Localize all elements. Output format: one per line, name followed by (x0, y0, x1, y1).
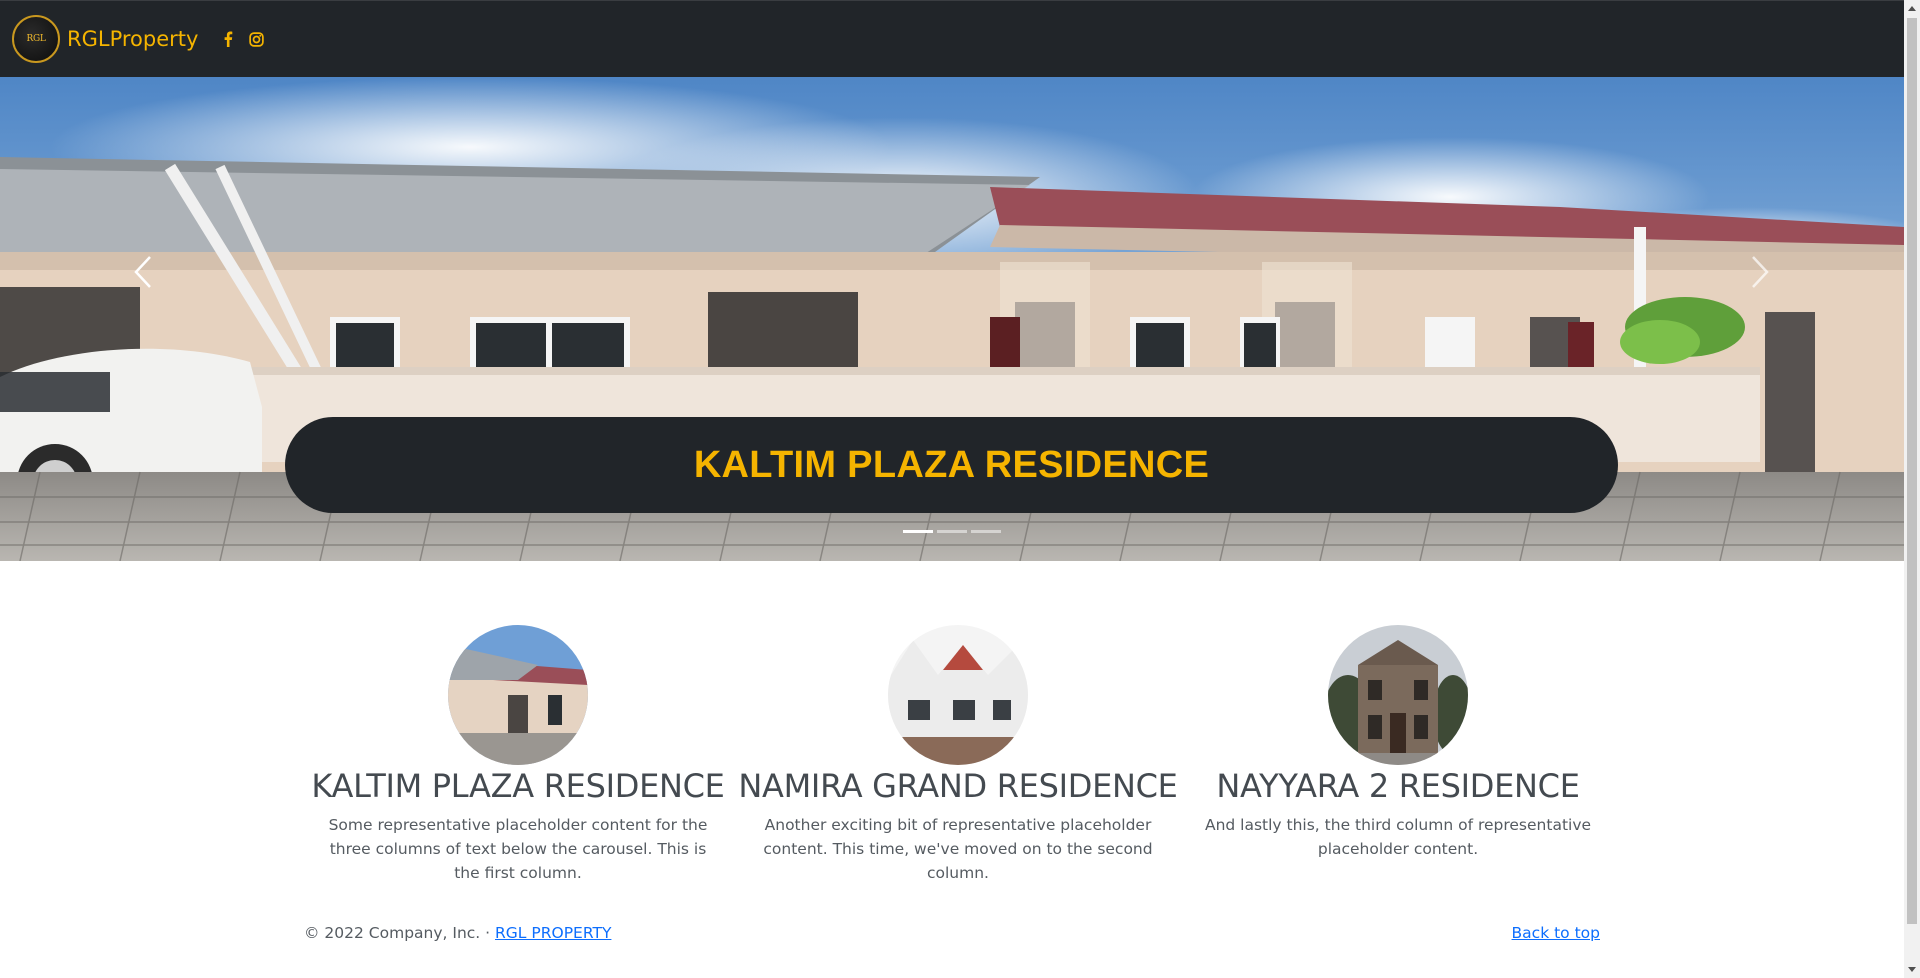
scroll-down-icon[interactable] (1908, 967, 1916, 972)
property-thumbnail (448, 625, 588, 765)
social-links (220, 31, 264, 47)
brand-link[interactable]: RGL RGLProperty (12, 15, 198, 63)
top-navbar: RGL RGLProperty (0, 0, 1904, 77)
feature-title: NAYYARA 2 RESIDENCE (1216, 767, 1580, 805)
property-thumbnail (1328, 625, 1468, 765)
carousel-next-button[interactable] (1730, 237, 1790, 307)
carousel-indicators (0, 530, 1904, 533)
feature-column: NAMIRA GRAND RESIDENCE Another exciting … (738, 625, 1178, 885)
logo-text: RGL (26, 34, 46, 44)
feature-column: KALTIM PLAZA RESIDENCE Some representati… (298, 625, 738, 885)
hero-carousel: KALTIM PLAZA RESIDENCE (0, 77, 1904, 561)
copyright-text: © 2022 Company, Inc. · (304, 924, 496, 942)
instagram-icon[interactable] (248, 31, 264, 47)
company-link[interactable]: RGL PROPERTY (495, 924, 611, 942)
brand-name: RGLProperty (67, 27, 199, 51)
feature-column: NAYYARA 2 RESIDENCE And lastly this, the… (1178, 625, 1618, 885)
page-footer: © 2022 Company, Inc. · RGL PROPERTY Back… (304, 924, 1600, 942)
chevron-right-icon (1752, 256, 1769, 288)
feature-text: Some representative placeholder content … (328, 816, 708, 882)
carousel-caption: KALTIM PLAZA RESIDENCE (285, 417, 1618, 513)
carousel-indicator[interactable] (937, 530, 967, 533)
vertical-scrollbar[interactable] (1904, 0, 1920, 978)
feature-text: And lastly this, the third column of rep… (1204, 816, 1592, 858)
scroll-up-icon[interactable] (1908, 6, 1916, 11)
feature-columns: KALTIM PLAZA RESIDENCE Some representati… (298, 625, 1620, 885)
brand-logo: RGL (12, 15, 60, 63)
carousel-indicator[interactable] (971, 530, 1001, 533)
feature-title: NAMIRA GRAND RESIDENCE (738, 767, 1178, 805)
scrollbar-thumb[interactable] (1907, 18, 1917, 924)
property-thumbnail (888, 625, 1028, 765)
back-to-top-link[interactable]: Back to top (1512, 924, 1600, 942)
footer-copyright: © 2022 Company, Inc. · RGL PROPERTY (304, 924, 611, 942)
feature-title: KALTIM PLAZA RESIDENCE (311, 767, 725, 805)
chevron-left-icon (134, 256, 151, 288)
feature-text: Another exciting bit of representative p… (763, 816, 1153, 882)
carousel-prev-button[interactable] (113, 237, 173, 307)
facebook-icon[interactable] (220, 31, 236, 47)
carousel-indicator[interactable] (903, 530, 933, 533)
carousel-caption-title: KALTIM PLAZA RESIDENCE (693, 443, 1210, 486)
